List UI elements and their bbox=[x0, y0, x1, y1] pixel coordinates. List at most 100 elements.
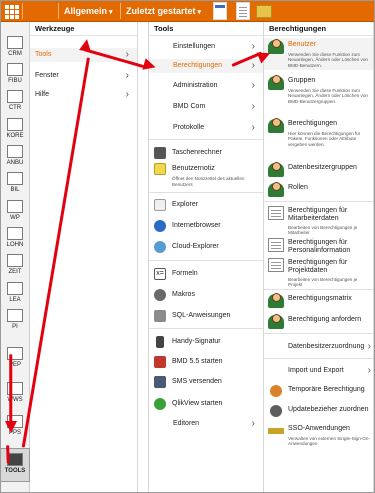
module-anbu[interactable]: ANBU bbox=[0, 145, 30, 167]
annotation-arrow bbox=[9, 354, 13, 427]
divider bbox=[264, 333, 373, 334]
item-sso-anwendungen[interactable]: SSO-Anwendungen Verwalten von externen S… bbox=[264, 422, 373, 454]
item-berechtigungsmatrix[interactable]: Berechtigungsmatrix bbox=[264, 292, 373, 308]
calculator-icon bbox=[154, 147, 166, 159]
submenu-administration[interactable]: Administration › bbox=[149, 79, 263, 93]
divider bbox=[149, 328, 263, 329]
tool-sms[interactable]: SMS versenden bbox=[149, 373, 263, 391]
module-pep[interactable]: PEP bbox=[0, 347, 30, 369]
item-berechtigung-anfordern[interactable]: Berechtigung anfordern bbox=[264, 313, 373, 329]
tool-label: Taschenrechner bbox=[172, 149, 222, 156]
tool-label: Cloud-Explorer bbox=[172, 243, 219, 250]
tool-explorer[interactable]: Explorer bbox=[149, 196, 263, 214]
submenu-berechtigungen[interactable]: Berechtigungen › bbox=[149, 59, 263, 73]
item-rollen[interactable]: Rollen bbox=[264, 181, 373, 197]
module-wws[interactable]: WWS bbox=[0, 382, 30, 404]
tool-label: Makros bbox=[172, 291, 195, 298]
tools-panel: Tools Einstellungen › Berechtigungen › Adm… bbox=[148, 22, 264, 493]
menu-zuletzt-gestartet[interactable]: Zuletzt gestartet ▾ bbox=[126, 3, 201, 21]
module-zeit[interactable]: ZEIT bbox=[0, 254, 30, 276]
item-updatebezieher[interactable]: Updatebezieher zuordnen bbox=[264, 403, 373, 419]
item-mitarbeiterdaten[interactable]: Berechtigungen für Mitarbeiterdaten Bear… bbox=[264, 204, 373, 237]
item-description: Verwenden Sie diese Funktion zum Neuanle… bbox=[288, 52, 368, 68]
item-description: Hier können die Berechtigungen für Paket… bbox=[288, 131, 361, 147]
tool-description: Öffnet den Notizzettel des aktuellen Ben… bbox=[172, 176, 245, 187]
update-icon bbox=[270, 405, 282, 417]
divider bbox=[264, 201, 373, 202]
item-gruppen[interactable]: Gruppen Verwenden Sie diese Funktion zum… bbox=[264, 74, 373, 110]
item-label: Berechtigungen für Projektdaten bbox=[288, 259, 348, 274]
menu-item-label: Fenster bbox=[35, 72, 59, 79]
submenu-einstellungen[interactable]: Einstellungen › bbox=[149, 40, 263, 54]
module-label: PEP bbox=[8, 362, 21, 368]
item-label: Benutzer bbox=[288, 41, 317, 48]
tools-title: Tools bbox=[149, 22, 263, 36]
bmd-icon bbox=[154, 356, 166, 368]
tool-makros[interactable]: Makros bbox=[149, 286, 263, 304]
submenu-editoren[interactable]: Editoren › bbox=[149, 417, 263, 431]
submenu-datenbesitzerzuordnung[interactable]: Datenbesitzerzuordnung › bbox=[264, 340, 373, 354]
divider bbox=[264, 289, 373, 290]
item-label: Berechtigung anfordern bbox=[288, 316, 362, 323]
item-label: Berechtigungen bbox=[288, 120, 338, 127]
tool-qlikview[interactable]: QlikView starten bbox=[149, 395, 263, 413]
module-ctr[interactable]: CTR bbox=[0, 90, 30, 112]
folder-icon[interactable] bbox=[256, 5, 272, 18]
item-label: Berechtigungen für Mitarbeiterdaten bbox=[288, 207, 348, 222]
item-temporaere-berechtigung[interactable]: Temporäre Berechtigung bbox=[264, 383, 373, 399]
submenu-import-export[interactable]: Import und Export › bbox=[264, 364, 373, 378]
calendar-icon[interactable] bbox=[213, 2, 227, 20]
tool-internetbrowser[interactable]: Internetbrowser bbox=[149, 217, 263, 235]
module-fibu[interactable]: FIBU bbox=[0, 63, 30, 85]
phone-icon bbox=[156, 336, 164, 348]
module-label: CRM bbox=[8, 51, 22, 57]
submenu-bmd-com[interactable]: BMD Com › bbox=[149, 100, 263, 114]
module-pi[interactable]: PI bbox=[0, 309, 30, 331]
top-bar: Allgemein ▾ Zuletzt gestartet ▾ bbox=[0, 0, 375, 22]
submenu-label: Editoren bbox=[173, 420, 200, 427]
chevron-right-icon: › bbox=[367, 365, 371, 376]
item-label: SSO-Anwendungen bbox=[288, 425, 350, 432]
module-label: ANBU bbox=[6, 160, 24, 166]
lea-icon bbox=[7, 282, 23, 295]
lohn-icon bbox=[7, 227, 23, 240]
menu-allgemein[interactable]: Allgemein ▾ bbox=[64, 3, 113, 21]
module-lohn[interactable]: LOHN bbox=[0, 227, 30, 249]
gear-icon bbox=[154, 289, 166, 301]
module-lea[interactable]: LEA bbox=[0, 282, 30, 304]
item-berechtigungen[interactable]: Berechtigungen Hier können die Berechtig… bbox=[264, 117, 373, 153]
menu-zuletzt-label: Zuletzt gestartet bbox=[126, 6, 196, 16]
module-label: LEA bbox=[9, 297, 21, 303]
berechtigungen-panel: Berechtigungen Benutzer Verwenden Sie di… bbox=[264, 22, 374, 493]
tool-handy-signatur[interactable]: Handy-Signatur bbox=[149, 333, 263, 351]
module-tools[interactable]: TOOLS bbox=[0, 448, 30, 482]
werkzeuge-panel: Werkzeuge Tools › Fenster › Hilfe › bbox=[30, 22, 138, 493]
module-bil[interactable]: BIL bbox=[0, 172, 30, 194]
module-wp[interactable]: WP bbox=[0, 200, 30, 222]
module-crm[interactable]: CRM bbox=[0, 36, 30, 58]
app-grid-icon[interactable] bbox=[2, 2, 20, 20]
document-icon[interactable] bbox=[236, 2, 250, 20]
tool-label: BMD 5.5 starten bbox=[172, 358, 223, 365]
tool-formeln[interactable]: x= Formeln bbox=[149, 265, 263, 283]
tool-cloud-explorer[interactable]: Cloud-Explorer bbox=[149, 238, 263, 256]
sql-icon bbox=[154, 310, 166, 322]
tool-benutzernotiz[interactable]: Benutzernotiz Öffnet den Notizzettel des … bbox=[149, 160, 263, 188]
module-kore[interactable]: KORE bbox=[0, 118, 30, 140]
formula-icon: x= bbox=[154, 268, 166, 280]
module-label: FIBU bbox=[8, 78, 22, 84]
item-benutzer[interactable]: Benutzer Verwenden Sie diese Funktion zu… bbox=[264, 38, 373, 70]
tool-sql[interactable]: SQL-Anweisungen bbox=[149, 307, 263, 325]
document-icon bbox=[268, 206, 284, 220]
item-projektdaten[interactable]: Berechtigungen für Projektdaten Bearbeit… bbox=[264, 256, 373, 287]
submenu-protokolle[interactable]: Protokolle › bbox=[149, 121, 263, 135]
menu-item-label: Hilfe bbox=[35, 91, 50, 98]
item-datenbesitzergruppen[interactable]: Datenbesitzergruppen bbox=[264, 161, 373, 177]
item-personalinformation[interactable]: Berechtigungen für Personalinformation bbox=[264, 236, 373, 256]
module-label: WWS bbox=[7, 397, 23, 403]
tool-bmd55[interactable]: BMD 5.5 starten bbox=[149, 353, 263, 371]
chevron-right-icon: › bbox=[251, 101, 255, 112]
item-label: Rollen bbox=[288, 184, 308, 191]
divider bbox=[149, 192, 263, 193]
explorer-icon bbox=[154, 199, 166, 211]
